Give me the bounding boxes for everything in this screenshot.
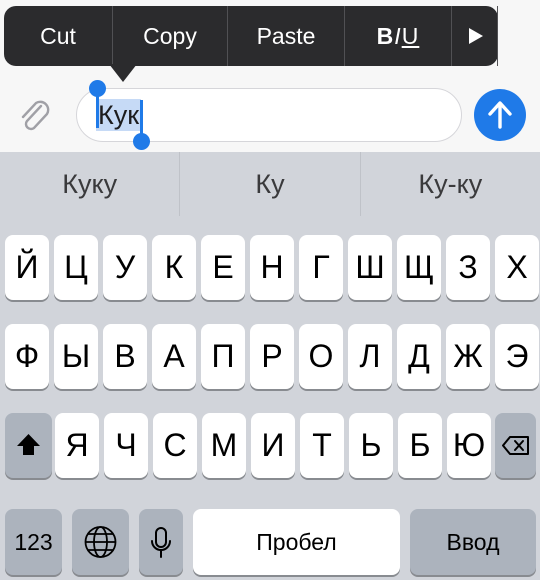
key-5[interactable]: Е: [201, 235, 245, 300]
key-4[interactable]: М: [202, 413, 246, 478]
send-button[interactable]: [474, 89, 526, 141]
numbers-key[interactable]: 123: [5, 509, 62, 575]
play-triangle-icon: [469, 28, 483, 44]
key-4[interactable]: К: [152, 235, 196, 300]
key-6[interactable]: Н: [250, 235, 294, 300]
key-5[interactable]: И: [251, 413, 295, 478]
selected-text[interactable]: Кук: [96, 99, 142, 131]
suggestion-1[interactable]: Куку: [0, 152, 181, 216]
key-2[interactable]: Ч: [104, 413, 148, 478]
key-3[interactable]: У: [103, 235, 147, 300]
message-text-field[interactable]: Кук: [76, 88, 462, 142]
key-2[interactable]: Ы: [54, 324, 98, 389]
key-9[interactable]: Ю: [447, 413, 491, 478]
key-6[interactable]: Р: [250, 324, 294, 389]
key-3[interactable]: В: [103, 324, 147, 389]
shift-key[interactable]: [5, 413, 52, 478]
paste-button[interactable]: Paste: [228, 6, 345, 66]
selection-start-handle[interactable]: [89, 80, 106, 128]
backspace-key[interactable]: [495, 413, 536, 478]
key-9[interactable]: Щ: [397, 235, 441, 300]
selection-end-handle[interactable]: [133, 100, 150, 150]
menu-pointer: [109, 64, 137, 82]
key-8[interactable]: Б: [398, 413, 442, 478]
key-11[interactable]: Э: [495, 324, 539, 389]
key-7[interactable]: Ь: [349, 413, 393, 478]
copy-button[interactable]: Copy: [113, 6, 228, 66]
more-menu-button[interactable]: [452, 6, 498, 66]
key-1[interactable]: Й: [5, 235, 49, 300]
key-10[interactable]: З: [446, 235, 490, 300]
key-1[interactable]: Я: [55, 413, 99, 478]
key-4[interactable]: А: [152, 324, 196, 389]
bold-label: B: [376, 23, 395, 49]
key-10[interactable]: Ж: [446, 324, 490, 389]
key-7[interactable]: Г: [299, 235, 343, 300]
return-key[interactable]: Ввод: [410, 509, 536, 575]
dictation-key[interactable]: [139, 509, 183, 575]
globe-icon: [84, 526, 117, 558]
cut-button[interactable]: Cut: [4, 6, 113, 66]
key-3[interactable]: С: [153, 413, 197, 478]
key-11[interactable]: Х: [495, 235, 539, 300]
format-button[interactable]: BIU: [345, 6, 452, 66]
key-8[interactable]: Ш: [348, 235, 392, 300]
shift-icon: [17, 434, 40, 455]
suggestion-3[interactable]: Ку-ку: [361, 152, 540, 216]
key-9[interactable]: Д: [397, 324, 441, 389]
paperclip-icon[interactable]: [14, 96, 54, 136]
key-5[interactable]: П: [201, 324, 245, 389]
backspace-icon: [502, 436, 529, 455]
space-key[interactable]: Пробел: [193, 509, 400, 575]
globe-key[interactable]: [72, 509, 129, 575]
edit-menu: Cut Copy Paste BIU: [4, 6, 498, 82]
microphone-icon: [151, 527, 171, 558]
key-2[interactable]: Ц: [54, 235, 98, 300]
suggestion-bar: Куку Ку Ку-ку: [0, 152, 540, 216]
arrow-up-icon: [488, 101, 512, 129]
italic-label: I: [394, 23, 402, 49]
suggestion-2[interactable]: Ку: [180, 152, 361, 216]
key-8[interactable]: Л: [348, 324, 392, 389]
key-7[interactable]: О: [299, 324, 343, 389]
underline-label: U: [401, 23, 420, 49]
key-6[interactable]: Т: [300, 413, 344, 478]
key-1[interactable]: Ф: [5, 324, 49, 389]
